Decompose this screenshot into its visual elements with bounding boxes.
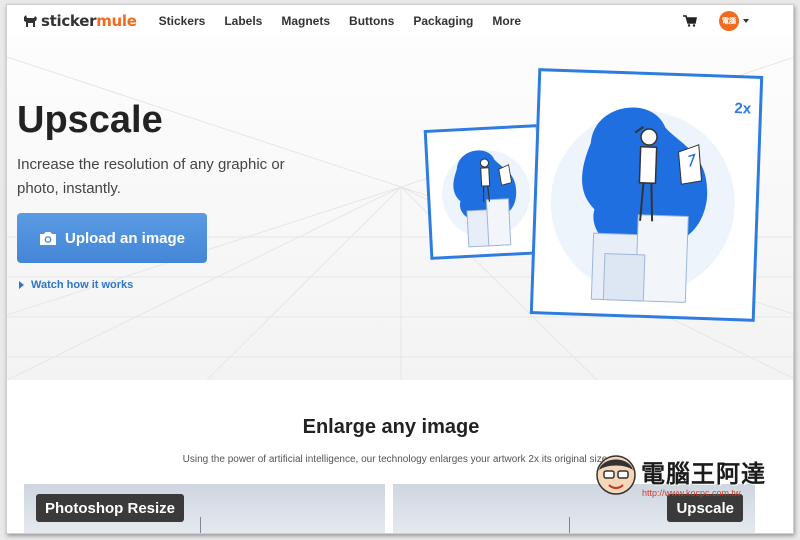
watermark-text: 電腦王阿達: [641, 460, 766, 488]
preview-divider: [569, 517, 570, 533]
photoshop-resize-preview: Photoshop Resize: [24, 484, 385, 533]
logo-text-part1: sticker: [41, 12, 97, 30]
top-nav: stickermule Stickers Labels Magnets Butt…: [7, 5, 793, 37]
logo-text: stickermule: [41, 12, 137, 30]
hero-section: Upscale Increase the resolution of any g…: [7, 37, 793, 380]
person-on-pillar-illustration: [442, 149, 531, 248]
preview-divider: [200, 517, 201, 533]
camera-icon: [39, 231, 56, 245]
logo-text-part2: mule: [96, 12, 137, 30]
watermark: 電腦王阿達 http://www.kocpc.com.tw: [595, 448, 790, 508]
upload-button-label: Upload an image: [64, 229, 186, 247]
page-subtitle: Increase the resolution of any graphic o…: [17, 156, 285, 197]
watch-link-label: Watch how it works: [31, 279, 134, 291]
original-image-card: [423, 124, 546, 260]
main-menu: Stickers Labels Magnets Buttons Packagin…: [159, 14, 540, 28]
watermark-url: http://www.kocpc.com.tw: [642, 488, 741, 498]
nav-item-stickers[interactable]: Stickers: [159, 14, 206, 28]
logo[interactable]: stickermule: [23, 12, 137, 30]
chevron-down-icon[interactable]: [743, 19, 749, 23]
play-triangle-icon: [19, 281, 24, 289]
mule-icon: [24, 14, 37, 27]
nav-item-labels[interactable]: Labels: [224, 14, 262, 28]
section-title: Enlarge any image: [302, 416, 480, 438]
scale-badge: 2x: [734, 100, 752, 118]
nav-right: 電腦: [683, 11, 749, 31]
mascot-face-icon: [596, 455, 636, 495]
nav-item-magnets[interactable]: Magnets: [281, 14, 330, 28]
avatar[interactable]: 電腦: [719, 11, 739, 31]
upscaled-image-card: 2x: [529, 68, 764, 322]
person-on-pillar-illustration-large: [550, 107, 735, 303]
nav-item-buttons[interactable]: Buttons: [349, 14, 394, 28]
cart-icon[interactable]: [683, 14, 697, 28]
photoshop-resize-label: Photoshop Resize: [36, 494, 185, 522]
page-title: Upscale: [17, 99, 163, 141]
nav-item-packaging[interactable]: Packaging: [413, 14, 473, 28]
nav-item-more[interactable]: More: [492, 14, 521, 28]
upload-image-button[interactable]: Upload an image: [17, 213, 207, 263]
watch-how-it-works-link[interactable]: Watch how it works: [19, 279, 133, 291]
